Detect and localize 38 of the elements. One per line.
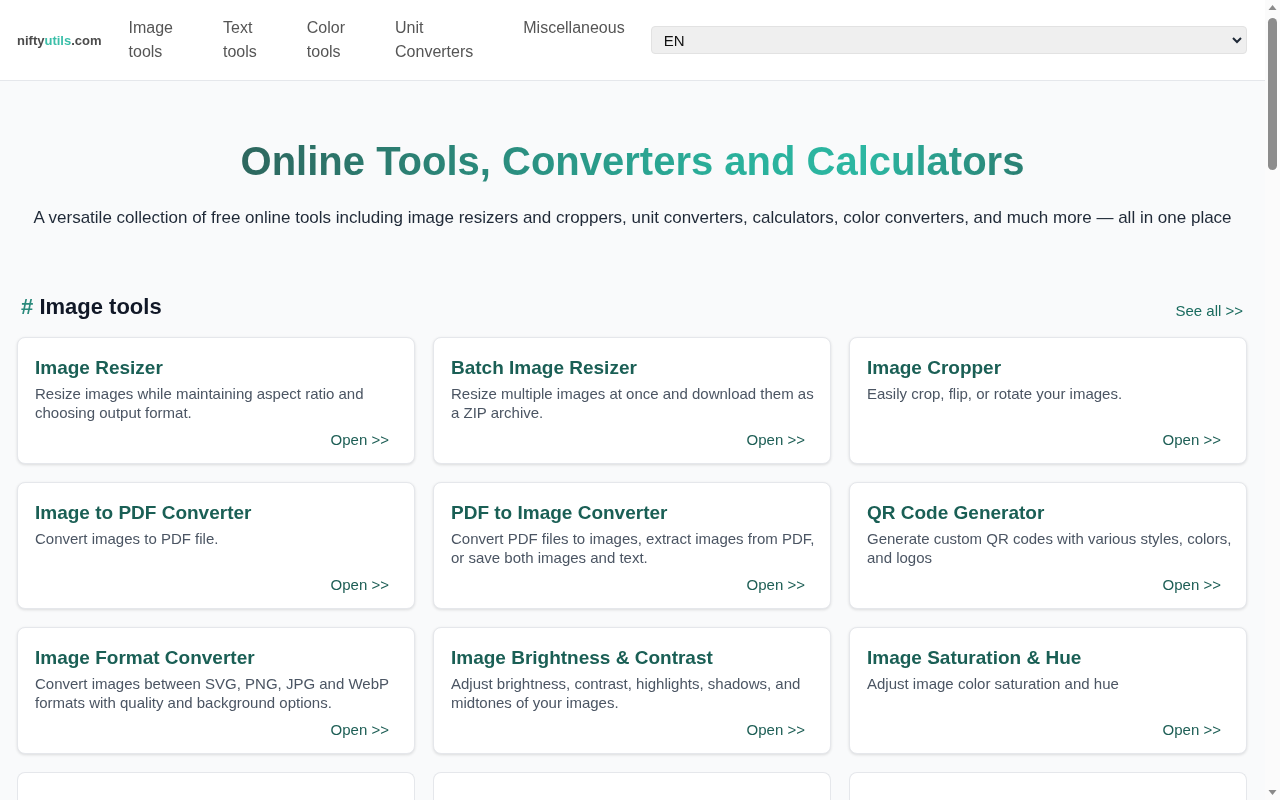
- card-description: Resize images while maintaining aspect ratio and choosing output format.: [35, 384, 365, 422]
- nav-link[interactable]: Miscellaneous: [498, 16, 650, 40]
- card-title: Image Saturation & Hue: [867, 646, 1083, 670]
- card-description: Convert images between SVG, PNG, JPG and WebP formats with quality and background options.: [35, 674, 390, 712]
- site-logo[interactable]: niftyutils.com: [17, 32, 102, 48]
- card-title: Image Resizer: [35, 356, 164, 380]
- card-title: Image Brightness & Contrast: [451, 646, 714, 670]
- card-title: Image Format Converter: [35, 646, 256, 670]
- card-title: QR Code Generator: [867, 501, 1046, 525]
- see-all-link[interactable]: See all >>: [1175, 301, 1243, 321]
- card-description: Adjust image color saturation and hue: [867, 674, 1120, 694]
- open-link[interactable]: Open >>: [330, 720, 389, 739]
- card-description: Adjust brightness, contrast, highlights, shadows, and midtones of your images.: [451, 674, 802, 712]
- open-link[interactable]: Open >>: [1162, 430, 1221, 449]
- card-title: Image to PDF Converter: [35, 501, 253, 525]
- open-link[interactable]: Open >>: [746, 720, 805, 739]
- open-link[interactable]: Open >>: [330, 575, 389, 594]
- card-description: Generate custom QR codes with various styles, colors, and logos: [867, 529, 1233, 567]
- nav-link[interactable]: Text tools: [198, 16, 282, 64]
- card-description: Convert images to PDF file.: [35, 529, 220, 549]
- card-title: PDF to Image Converter: [451, 501, 669, 525]
- nav-link[interactable]: Image tools: [103, 16, 198, 64]
- card-description: Easily crop, flip, or rotate your images.: [867, 384, 1124, 404]
- open-link[interactable]: Open >>: [746, 575, 805, 594]
- card-title: Image Cropper: [867, 356, 1003, 380]
- nav-link[interactable]: Unit Converters: [370, 16, 499, 64]
- open-link[interactable]: Open >>: [746, 430, 805, 449]
- section-heading: # Image tools: [21, 293, 162, 321]
- open-link[interactable]: Open >>: [330, 430, 389, 449]
- card-description: Resize multiple images at once and download them as a ZIP archive.: [451, 384, 815, 422]
- open-link[interactable]: Open >>: [1162, 720, 1221, 739]
- hero-subtitle: A versatile collection of free online tools including image resizers and croppers, unit converters, calculators, color converters, and much more — all in one place: [32, 207, 1233, 229]
- nav-link[interactable]: Color tools: [281, 16, 371, 64]
- chevron-down-icon: [1232, 36, 1242, 44]
- language-select[interactable]: EN: [650, 26, 1247, 54]
- card-title: Batch Image Resizer: [451, 356, 638, 380]
- card-description: Convert PDF files to images, extract images from PDF, or save both images and text.: [451, 529, 816, 567]
- open-link[interactable]: Open >>: [1162, 575, 1221, 594]
